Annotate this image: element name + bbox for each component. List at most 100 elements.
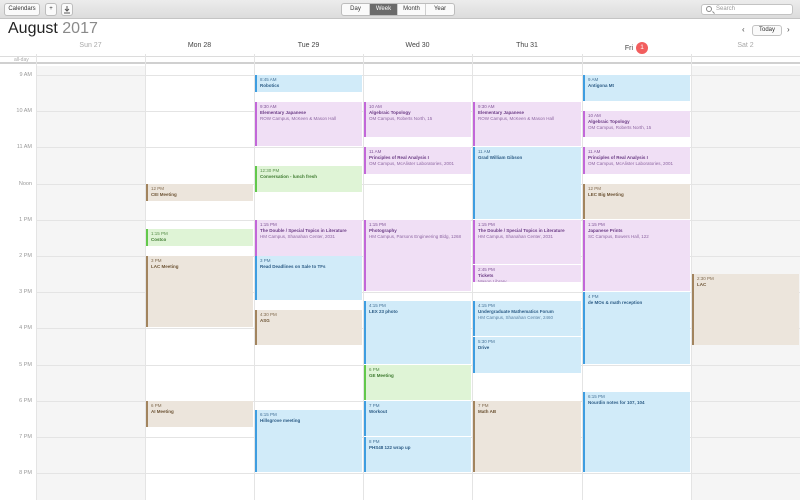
event-location: HM Campus, Shanahan Center, 2031 — [478, 233, 554, 239]
hour-label: 2 PM — [19, 253, 32, 259]
all-day-row[interactable] — [0, 56, 800, 64]
event-name: Workout — [369, 408, 388, 414]
day-header[interactable]: Wed 30 — [363, 42, 472, 54]
event-time: 9:30 AM — [478, 104, 495, 110]
calendar-event[interactable]: 12 PM LEC Big Meeting — [583, 183, 690, 219]
hour-label: 5 PM — [19, 361, 32, 368]
day-header[interactable]: Mon 28 — [145, 42, 254, 54]
calendar-event[interactable]: 9:30 AM Elementary Japanese ROW Campus, Mc… — [473, 102, 581, 147]
calendar-event[interactable]: 12:30 PM Conversation - lunch fresh — [255, 165, 362, 192]
prev-week-button[interactable]: ‹ — [742, 25, 745, 35]
view-week-button[interactable]: Week — [370, 4, 398, 15]
event-name: AI Meeting — [151, 408, 174, 414]
calendars-button[interactable]: Calendars — [4, 3, 40, 16]
calendar-event[interactable]: 1:15 PM The Double / Special Topics in Li… — [473, 219, 581, 265]
calendar-event[interactable]: 10 AM Algebraic Topology OM Campus, Robert… — [583, 111, 690, 138]
event-time: 12:30 PM — [260, 167, 280, 173]
day-header[interactable]: Fri 1 — [582, 42, 691, 54]
add-event-button[interactable]: + — [45, 3, 57, 16]
day-header[interactable]: Thu 31 — [472, 42, 582, 54]
calendar-event[interactable]: 6:15 PM Hillsgrove meeting — [255, 409, 362, 473]
event-time: 8 PM — [369, 439, 380, 444]
day-header[interactable]: Sat 2 — [691, 42, 800, 54]
search-input[interactable]: Search — [701, 4, 793, 15]
calendar-event[interactable]: 6 PM AI Meeting — [146, 400, 253, 427]
calendar-event[interactable]: 3 PM LAC Meeting — [146, 256, 253, 328]
event-location: HM Campus, Shanahan Center, 2460 — [478, 315, 554, 321]
calendar-event[interactable]: 10 AM Algebraic Topology OM Campus, Robert… — [364, 102, 471, 138]
event-name: LEX 23 photo — [369, 309, 398, 315]
all-day-label: all-day — [14, 57, 29, 63]
calendar-event[interactable]: 4:30 PM ASG — [255, 310, 362, 346]
event-name: ASG — [260, 318, 270, 324]
calendar-event[interactable]: 5:30 PM Drive — [473, 337, 581, 373]
search-placeholder: Search — [716, 6, 736, 12]
calendar-event[interactable]: 4:15 PM LEX 23 photo — [364, 301, 471, 364]
view-month-button[interactable]: Month — [398, 4, 426, 15]
event-name: LEC Big Meeting — [588, 191, 624, 197]
calendar-event[interactable]: 4:15 PM Undergraduate Mathematics Forum HM… — [473, 301, 581, 337]
today-button[interactable]: Today — [752, 25, 782, 36]
calendar-event[interactable]: 9:30 AM Elementary Japanese ROW Campus, Mc… — [255, 102, 362, 147]
event-time: 4:15 PM — [369, 303, 386, 309]
calendar-event[interactable]: 2:30 PM LAC — [692, 274, 799, 346]
calendar-event[interactable]: 7 PM Workout — [364, 400, 471, 436]
event-time: 7 PM — [478, 402, 489, 408]
event-time: 11 AM — [588, 149, 601, 155]
event-time: 2:30 PM — [697, 276, 714, 282]
calendar-event[interactable]: 6 PM GE Meeting — [364, 364, 471, 400]
calendar-event[interactable]: 11 AM Grad William Gibson — [473, 147, 581, 219]
event-name: Grad William Gibson — [478, 155, 523, 161]
event-name: Nourdin notes for 107, 104 — [588, 399, 645, 405]
event-location: ROW Campus, McKeen & Mason Hall — [478, 116, 555, 122]
hour-label: 3 PM — [19, 289, 32, 296]
event-time: 1:15 PM — [260, 221, 277, 227]
event-location: SC Campus, Bowers Hall, 122 — [588, 233, 649, 239]
calendar-event[interactable]: 1:15 PM Photography HM Campus, Parsons Eng… — [364, 219, 471, 292]
calendar-event[interactable]: 11 AM Principles of Real Analysis I OM Cam… — [364, 147, 471, 174]
toolbar: Calendars + Day Week Month Year Search — [0, 0, 800, 19]
event-time: 2:45 PM — [478, 267, 495, 273]
day-header[interactable]: Tue 29 — [254, 42, 363, 54]
day-header-label: Mon 28 — [187, 42, 212, 49]
calendar-event[interactable]: 12 PM CEI Meeting — [146, 183, 253, 201]
hour-label: 11 AM — [16, 144, 32, 151]
event-name: LAC — [697, 282, 707, 288]
event-time: 6:15 PM — [588, 393, 605, 399]
event-time: 1:15 PM — [151, 230, 168, 236]
search-icon — [706, 6, 712, 12]
hour-label: 7 PM — [19, 434, 32, 440]
event-name: PHS48 122 wrap up — [369, 445, 411, 450]
calendar-event[interactable]: 2:45 PM Tickets Mason Library — [473, 265, 581, 283]
next-week-button[interactable]: › — [787, 25, 790, 35]
calendar-event[interactable]: 7 PM Math AB — [473, 400, 581, 473]
event-time: 10 AM — [588, 113, 601, 119]
calendar-event[interactable]: 1:15 PM Costco — [146, 228, 253, 246]
event-time: 4:30 PM — [260, 312, 277, 318]
calendar-event[interactable]: 6:15 PM Nourdin notes for 107, 104 — [583, 391, 690, 473]
view-day-button[interactable]: Day — [342, 4, 370, 15]
event-time: 8:45 AM — [260, 77, 277, 82]
event-name: Robotics — [260, 83, 280, 88]
day-header[interactable]: Sun 27 — [36, 42, 145, 54]
view-year-button[interactable]: Year — [426, 4, 454, 15]
month-label: August — [8, 20, 58, 37]
event-time: 11 AM — [478, 149, 491, 155]
event-name: Antigona Mt — [588, 83, 614, 88]
calendar-event[interactable]: 11 AM Principles of Real Analysis I OM Cam… — [583, 147, 690, 174]
event-time: 3 PM — [151, 258, 162, 263]
calendar-event[interactable]: 8 PM PHS48 122 wrap up — [364, 437, 471, 473]
calendar-event[interactable]: 4 PM de MOs & math reception — [583, 292, 690, 364]
download-button[interactable] — [61, 3, 73, 16]
calendar-event[interactable]: 1:15 PM Japanese Prints SC Campus, Bowers … — [583, 219, 690, 292]
event-time: 12 PM — [588, 185, 602, 191]
calendar-event[interactable]: 3 PM Read Deadlines on Sale to TFs — [255, 256, 362, 301]
event-name: Read Deadlines on Sale to TFs — [260, 264, 326, 269]
calendar-event[interactable]: 8:45 AM Robotics — [255, 75, 362, 93]
calendar-event[interactable]: 9 AM Antigona Mt — [583, 75, 690, 102]
week-grid[interactable]: 9 AM 10 AM 11 AM Noon 1 PM 2 PM 3 PM 4 PM 5 PM 6 … — [0, 54, 800, 500]
day-header-label: Thu 31 — [516, 42, 538, 49]
event-time: 11 AM — [369, 149, 382, 155]
hour-label: 6 PM — [19, 397, 32, 404]
event-time: 7 PM — [369, 402, 380, 408]
